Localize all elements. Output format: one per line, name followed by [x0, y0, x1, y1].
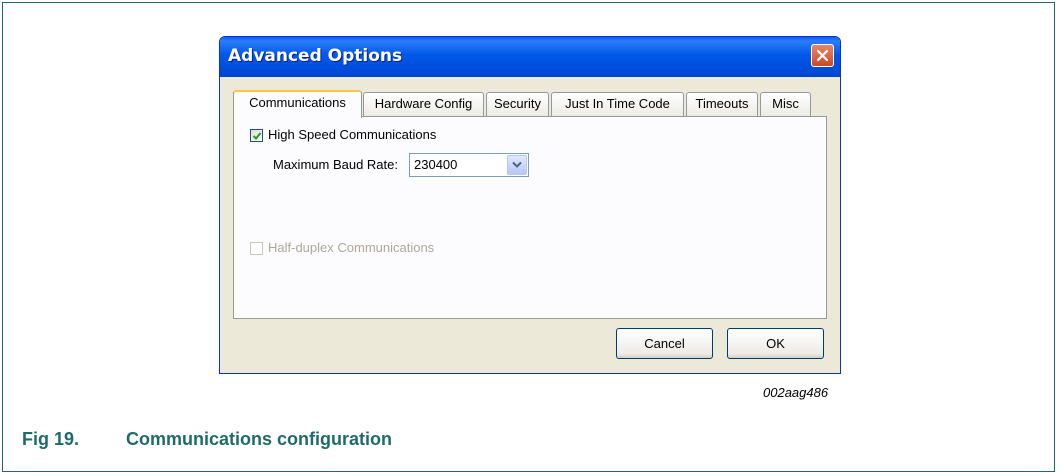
close-button[interactable]	[811, 44, 834, 67]
advanced-options-dialog: Advanced Options Communications Hardware…	[219, 36, 841, 374]
tab-misc[interactable]: Misc	[760, 92, 811, 116]
tab-communications[interactable]: Communications	[233, 90, 362, 118]
ok-button[interactable]: OK	[727, 328, 824, 359]
cancel-button[interactable]: Cancel	[616, 328, 713, 359]
close-icon	[816, 49, 829, 62]
tab-hardware-config[interactable]: Hardware Config	[363, 92, 484, 116]
half-duplex-label: Half-duplex Communications	[268, 240, 435, 255]
dialog-title: Advanced Options	[228, 46, 403, 66]
figure-title: Communications configuration	[126, 429, 393, 449]
figure-code: 002aag486	[763, 385, 829, 400]
baud-rate-value: 230400	[414, 157, 458, 172]
communications-panel: High Speed Communications Maximum Baud R…	[233, 116, 827, 319]
chevron-down-icon	[512, 161, 522, 168]
baud-rate-select[interactable]: 230400	[409, 153, 529, 177]
half-duplex-checkbox[interactable]	[250, 242, 263, 255]
tab-security[interactable]: Security	[486, 92, 549, 116]
tab-strip: Communications Hardware Config Security …	[233, 90, 833, 118]
high-speed-label: High Speed Communications	[268, 127, 437, 142]
baud-rate-label: Maximum Baud Rate:	[273, 157, 398, 172]
tab-timeouts[interactable]: Timeouts	[686, 92, 758, 116]
figure-number: Fig 19.	[22, 429, 80, 449]
checkmark-icon	[252, 132, 262, 140]
tab-just-in-time-code[interactable]: Just In Time Code	[551, 92, 684, 116]
high-speed-checkbox[interactable]	[250, 129, 263, 142]
dropdown-button[interactable]	[507, 155, 527, 175]
title-bar: Advanced Options	[220, 37, 840, 77]
figure-caption: Fig 19. Communications configuration	[22, 429, 392, 450]
